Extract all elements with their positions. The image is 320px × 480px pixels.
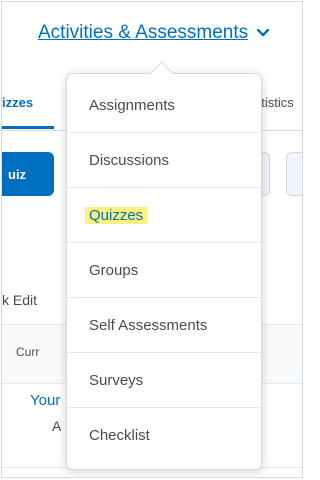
dropdown-menu-list: Assignments Discussions Quizzes Groups S… bbox=[67, 74, 261, 463]
table-row-value: A bbox=[52, 418, 62, 434]
table-header-current: Curr bbox=[16, 345, 40, 359]
chevron-down-icon bbox=[256, 28, 270, 37]
menu-item-groups[interactable]: Groups bbox=[67, 243, 261, 298]
nav-title-label: Activities & Assessments bbox=[38, 22, 249, 43]
menu-item-label: Assignments bbox=[89, 96, 175, 114]
table-row-link[interactable]: Your bbox=[30, 392, 60, 409]
bulk-edit-link[interactable]: k Edit bbox=[2, 292, 37, 308]
menu-item-discussions[interactable]: Discussions bbox=[67, 133, 261, 188]
page-frame: Activities & Assessments izzes atistics … bbox=[1, 1, 303, 478]
activities-assessments-dropdown-trigger[interactable]: Activities & Assessments bbox=[38, 22, 270, 44]
active-tab-indicator bbox=[2, 126, 54, 129]
menu-item-label: Surveys bbox=[89, 371, 144, 389]
menu-item-self-assessments[interactable]: Self Assessments bbox=[67, 298, 261, 353]
toolbar-button[interactable] bbox=[286, 152, 302, 196]
menu-item-label: Quizzes bbox=[85, 206, 148, 224]
new-quiz-button[interactable]: uiz bbox=[2, 152, 54, 196]
menu-item-label: Groups bbox=[89, 261, 139, 279]
menu-item-checklist[interactable]: Checklist bbox=[67, 408, 261, 463]
menu-item-assignments[interactable]: Assignments bbox=[67, 78, 261, 133]
new-quiz-button-label: uiz bbox=[8, 166, 27, 182]
activities-dropdown-menu: Assignments Discussions Quizzes Groups S… bbox=[66, 61, 262, 470]
menu-item-label: Discussions bbox=[89, 151, 170, 169]
menu-item-label: Checklist bbox=[89, 427, 150, 444]
tab-quizzes[interactable]: izzes bbox=[2, 95, 33, 110]
menu-item-surveys[interactable]: Surveys bbox=[67, 353, 261, 408]
menu-item-quizzes[interactable]: Quizzes bbox=[67, 188, 261, 243]
menu-item-label: Self Assessments bbox=[89, 316, 208, 334]
